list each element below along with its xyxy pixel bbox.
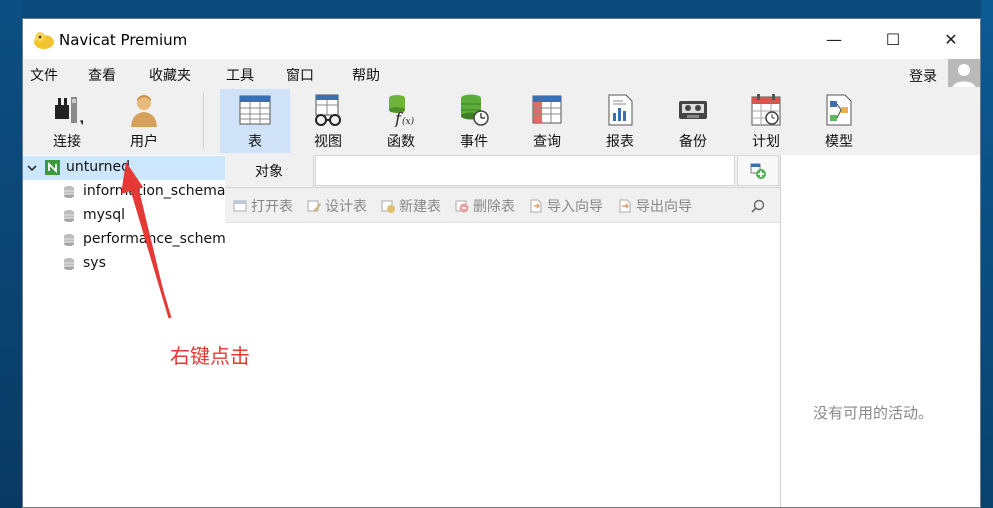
annotation-right-click: 右键点击 [170,344,250,368]
annotation-arrow [121,162,172,319]
